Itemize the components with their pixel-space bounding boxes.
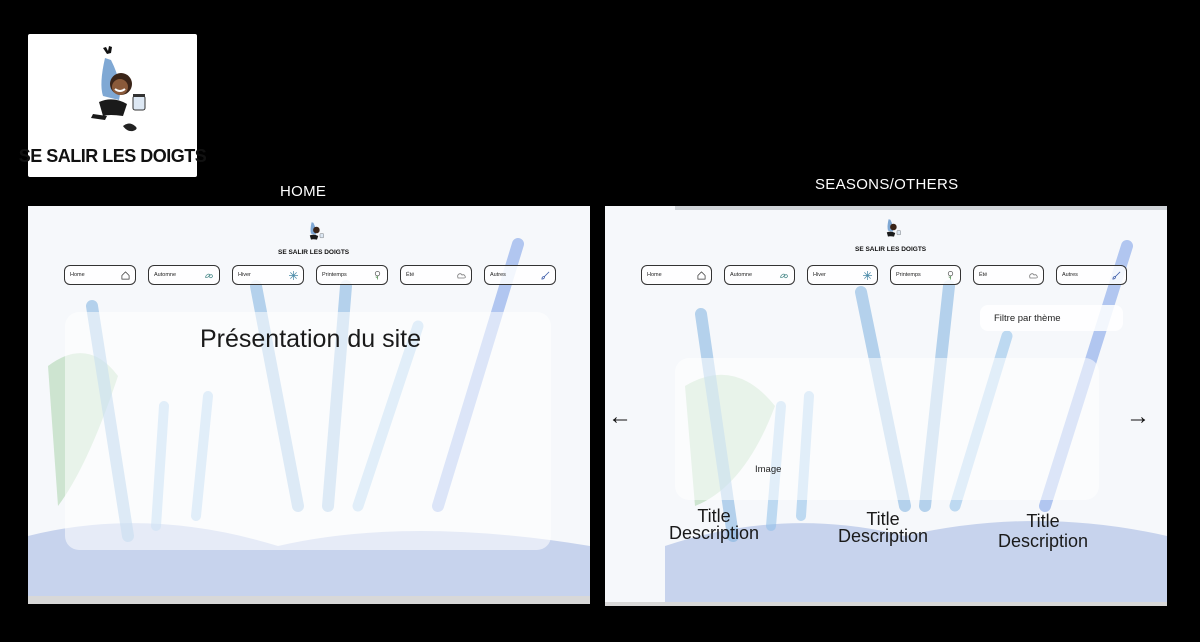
home-bottom-bar <box>28 596 590 604</box>
nav-label: Autres <box>490 272 506 278</box>
card[interactable]: Title Description <box>830 510 936 546</box>
nav-label: Hiver <box>813 272 826 278</box>
nav-item-home[interactable]: Home <box>64 265 136 285</box>
nav-label: Home <box>647 272 662 278</box>
seasons-bottom-bar <box>605 602 1167 606</box>
leaves-icon <box>779 270 789 280</box>
snowflake-icon <box>862 270 872 280</box>
nav-item-hiver[interactable]: Hiver <box>807 265 878 285</box>
nav-item-automne[interactable]: Automne <box>724 265 795 285</box>
presentation-title: Présentation du site <box>200 325 421 353</box>
nav-item-printemps[interactable]: Printemps <box>316 265 388 285</box>
seasons-frame-label: SEASONS/OTHERS <box>815 176 959 193</box>
nav-label: Automne <box>154 272 177 278</box>
nav-item-ete[interactable]: Été <box>973 265 1044 285</box>
mini-logo: SE SALIR LES DOIGTS <box>855 215 926 253</box>
nav-item-automne[interactable]: Automne <box>148 265 220 285</box>
nav-label: Autres <box>1062 272 1078 278</box>
home-frame: SE SALIR LES DOIGTS Home Automne Hiver P… <box>28 206 590 604</box>
sun-cloud-icon <box>1028 270 1038 280</box>
flower-icon <box>372 270 382 280</box>
carousel-panel <box>675 358 1099 500</box>
home-frame-label: HOME <box>280 183 327 200</box>
card[interactable]: Title Description <box>661 507 767 543</box>
carousel-prev-arrow[interactable]: ← <box>608 405 632 429</box>
nav-label: Automne <box>730 272 753 278</box>
image-placeholder-label: Image <box>755 464 782 475</box>
nav-item-printemps[interactable]: Printemps <box>890 265 961 285</box>
nav-item-hiver[interactable]: Hiver <box>232 265 304 285</box>
house-icon <box>120 270 130 280</box>
seasons-frame: SE SALIR LES DOIGTS Home Automne Hiver P… <box>605 206 1167 606</box>
mini-logo-illustration <box>886 219 901 237</box>
nav-label: Printemps <box>322 272 347 278</box>
nav-item-autres[interactable]: Autres <box>484 265 556 285</box>
mini-logo-text: SE SALIR LES DOIGTS <box>278 249 350 256</box>
nav-label: Été <box>406 272 415 278</box>
card-description: Description <box>668 523 760 543</box>
home-nav: Home Automne Hiver Printemps Été Autres <box>64 265 556 285</box>
sun-cloud-icon <box>456 270 466 280</box>
nav-label: Printemps <box>896 272 921 278</box>
nav-label: Home <box>70 272 85 278</box>
nav-label: Été <box>979 272 988 278</box>
leaves-icon <box>204 270 214 280</box>
nav-item-autres[interactable]: Autres <box>1056 265 1127 285</box>
mini-logo-illustration <box>309 222 324 240</box>
logo-text: SE SALIR LES DOIGTS <box>18 146 207 166</box>
logo-card: SE SALIR LES DOIGTS <box>19 34 207 177</box>
seasons-nav: Home Automne Hiver Printemps Été Autres <box>641 265 1127 285</box>
nav-item-ete[interactable]: Été <box>400 265 472 285</box>
card-description: Description <box>997 531 1089 551</box>
child-painting-illustration <box>90 46 145 132</box>
brush-icon <box>540 270 550 280</box>
nav-label: Hiver <box>238 272 251 278</box>
house-icon <box>696 270 706 280</box>
brush-icon <box>1111 270 1121 280</box>
mini-logo-text: SE SALIR LES DOIGTS <box>855 246 927 253</box>
flower-icon <box>945 270 955 280</box>
card-title: Title <box>1026 511 1060 531</box>
theme-filter[interactable]: Filtre par thème <box>980 305 1123 331</box>
card-description: Description <box>837 526 929 546</box>
nav-item-home[interactable]: Home <box>641 265 712 285</box>
card[interactable]: Title Description <box>990 511 1096 551</box>
mini-logo: SE SALIR LES DOIGTS <box>278 218 349 256</box>
carousel-next-arrow[interactable]: → <box>1126 405 1150 429</box>
snowflake-icon <box>288 270 298 280</box>
